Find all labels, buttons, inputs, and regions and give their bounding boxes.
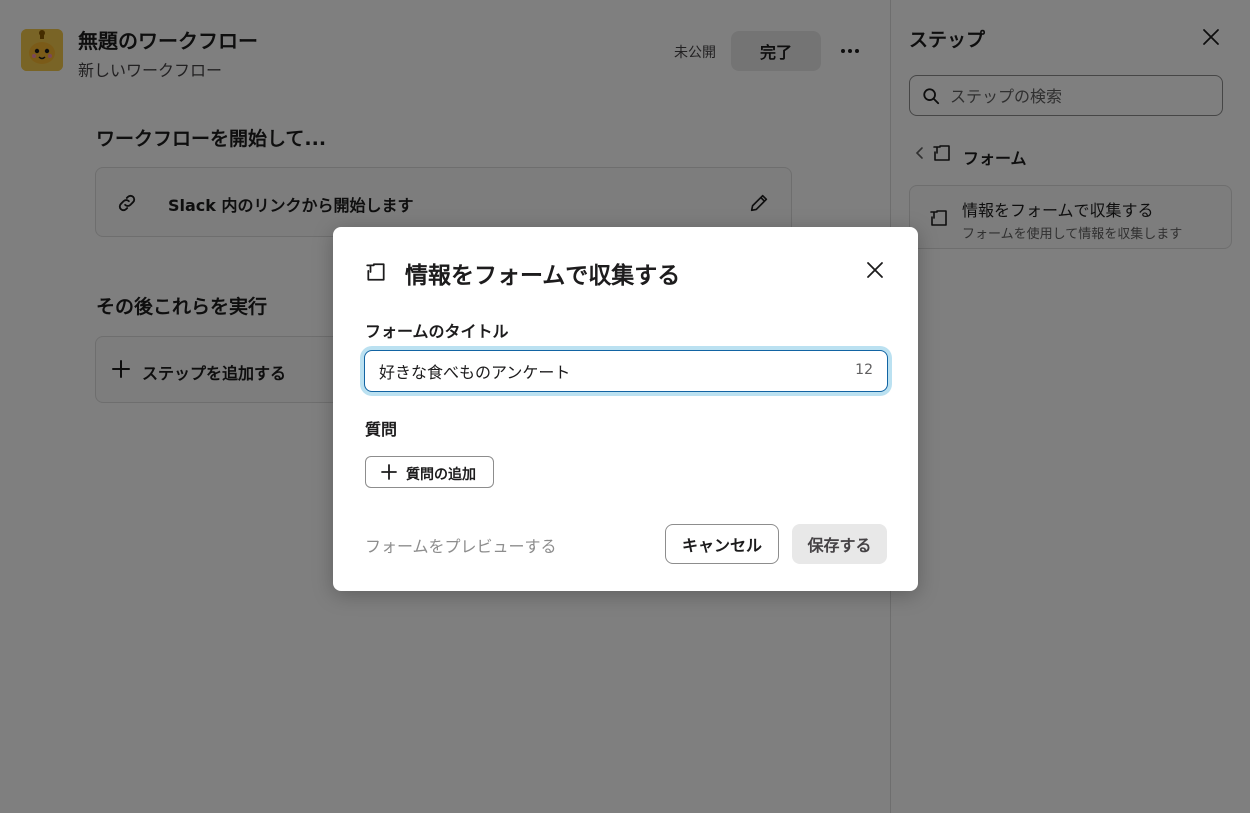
preview-form-link[interactable]: フォームをプレビューする — [365, 533, 557, 557]
dialog-title: 情報をフォームで収集する — [405, 263, 681, 289]
form-title-input[interactable] — [379, 359, 819, 383]
questions-label: 質問 — [365, 420, 398, 439]
plus-icon — [381, 464, 397, 480]
form-title-label: フォームのタイトル — [365, 322, 509, 341]
cancel-button[interactable]: キャンセル — [665, 524, 779, 564]
form-icon — [366, 263, 385, 281]
add-question-label: 質問の追加 — [406, 467, 476, 483]
add-question-button[interactable]: 質問の追加 — [365, 456, 494, 488]
form-title-field[interactable]: 12 — [364, 350, 888, 392]
close-icon[interactable] — [864, 259, 886, 281]
form-step-dialog: 情報をフォームで収集する フォームのタイトル 12 質問 質問の追加 フォームを… — [333, 227, 918, 591]
char-count: 12 — [855, 362, 873, 378]
save-button[interactable]: 保存する — [792, 524, 887, 564]
